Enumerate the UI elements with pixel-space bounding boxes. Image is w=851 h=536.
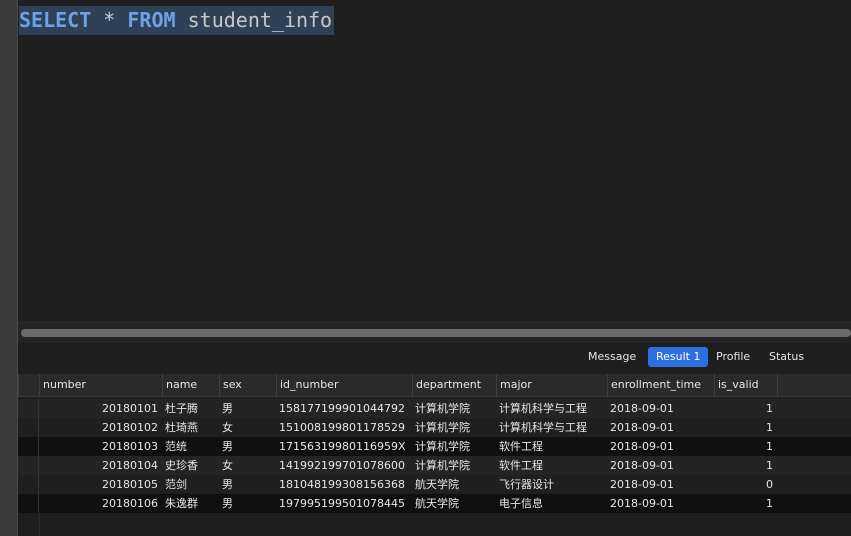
cell-enrollment-time: 2018-09-01	[610, 402, 674, 415]
cell-department: 计算机学院	[415, 459, 470, 472]
cell-major: 飞行器设计	[499, 478, 554, 491]
left-gutter	[0, 0, 18, 536]
cell-id-number: 17156319980116959X	[279, 440, 406, 453]
cell-sex: 男	[222, 478, 233, 491]
column-header-sex[interactable]: sex	[219, 374, 276, 396]
scrollbar-thumb[interactable]	[21, 329, 851, 337]
cell-number: 20180106	[102, 497, 158, 510]
cell-is-valid: 1	[766, 440, 773, 453]
horizontal-scrollbar[interactable]	[18, 322, 851, 344]
cell-enrollment-time: 2018-09-01	[610, 478, 674, 491]
cell-number: 20180103	[102, 440, 158, 453]
cell-department: 计算机学院	[415, 440, 470, 453]
cell-department: 航天学院	[415, 497, 459, 510]
tab-profile[interactable]: Profile	[708, 347, 758, 367]
cell-is-valid: 1	[766, 421, 773, 434]
cell-major: 电子信息	[499, 497, 543, 510]
cell-is-valid: 1	[766, 402, 773, 415]
cell-id-number: 197995199501078445	[279, 497, 405, 510]
table-row[interactable]: 20180103 范统 男 17156319980116959X 计算机学院 软…	[18, 437, 851, 456]
column-header-enrollment-time[interactable]: enrollment_time	[607, 374, 714, 396]
cell-is-valid: 1	[766, 497, 773, 510]
row-gutter	[18, 456, 39, 475]
row-gutter	[18, 399, 39, 418]
table-row[interactable]: 20180101 杜子腾 男 158177199901044792 计算机学院 …	[18, 399, 851, 418]
column-header-id-number[interactable]: id_number	[276, 374, 412, 396]
column-header-is-valid[interactable]: is_valid	[714, 374, 777, 396]
cell-number: 20180105	[102, 478, 158, 491]
cell-name: 杜子腾	[165, 402, 198, 415]
column-header-name[interactable]: name	[162, 374, 219, 396]
table-row[interactable]: 20180102 杜琦燕 女 151008199801178529 计算机学院 …	[18, 418, 851, 437]
cell-name: 杜琦燕	[165, 421, 198, 434]
result-tabs-bar: Message Result 1 Profile Status	[18, 343, 851, 371]
cell-name: 史珍香	[165, 459, 198, 472]
cell-enrollment-time: 2018-09-01	[610, 421, 674, 434]
column-header-major[interactable]: major	[496, 374, 607, 396]
cell-sex: 女	[222, 421, 233, 434]
row-gutter	[18, 494, 39, 513]
cell-number: 20180101	[102, 402, 158, 415]
cell-id-number: 151008199801178529	[279, 421, 405, 434]
cell-department: 计算机学院	[415, 402, 470, 415]
cell-major: 计算机科学与工程	[499, 421, 587, 434]
cell-sex: 男	[222, 497, 233, 510]
tab-status[interactable]: Status	[761, 347, 812, 367]
header-corner	[18, 374, 39, 396]
cell-id-number: 181048199308156368	[279, 478, 405, 491]
cell-is-valid: 0	[766, 478, 773, 491]
keyword-select: SELECT	[19, 8, 92, 32]
table-row[interactable]: 20180104 史珍香 女 141992199701078600 计算机学院 …	[18, 456, 851, 475]
query-text-selected[interactable]: SELECT * FROM student_info	[19, 6, 335, 35]
cell-number: 20180102	[102, 421, 158, 434]
operator-star: *	[103, 8, 116, 32]
cell-enrollment-time: 2018-09-01	[610, 497, 674, 510]
cell-major: 软件工程	[499, 459, 543, 472]
cell-department: 计算机学院	[415, 421, 470, 434]
table-row[interactable]: 20180105 范剑 男 181048199308156368 航天学院 飞行…	[18, 475, 851, 494]
cell-sex: 男	[222, 402, 233, 415]
cell-id-number: 158177199901044792	[279, 402, 405, 415]
table-identifier: student_info	[187, 8, 333, 32]
sql-editor[interactable]: SELECT * FROM student_info	[18, 0, 851, 322]
row-gutter	[18, 418, 39, 437]
cell-major: 计算机科学与工程	[499, 402, 587, 415]
cell-name: 朱逸群	[165, 497, 198, 510]
cell-sex: 男	[222, 440, 233, 453]
row-gutter	[18, 475, 39, 494]
tab-result-1[interactable]: Result 1	[648, 347, 709, 367]
keyword-from: FROM	[127, 8, 176, 32]
cell-number: 20180104	[102, 459, 158, 472]
column-header-department[interactable]: department	[412, 374, 496, 396]
cell-is-valid: 1	[766, 459, 773, 472]
cell-sex: 女	[222, 459, 233, 472]
cell-name: 范统	[165, 440, 187, 453]
table-row[interactable]: 20180106 朱逸群 男 197995199501078445 航天学院 电…	[18, 494, 851, 513]
cell-id-number: 141992199701078600	[279, 459, 405, 472]
cell-department: 航天学院	[415, 478, 459, 491]
result-grid: number name sex id_number department maj…	[18, 374, 851, 536]
cell-enrollment-time: 2018-09-01	[610, 440, 674, 453]
column-header-number[interactable]: number	[39, 374, 162, 396]
cell-enrollment-time: 2018-09-01	[610, 459, 674, 472]
cell-major: 软件工程	[499, 440, 543, 453]
grid-header: number name sex id_number department maj…	[18, 374, 851, 397]
cell-name: 范剑	[165, 478, 187, 491]
row-gutter	[18, 437, 39, 456]
tab-message[interactable]: Message	[580, 347, 644, 367]
column-header-empty	[777, 374, 851, 396]
